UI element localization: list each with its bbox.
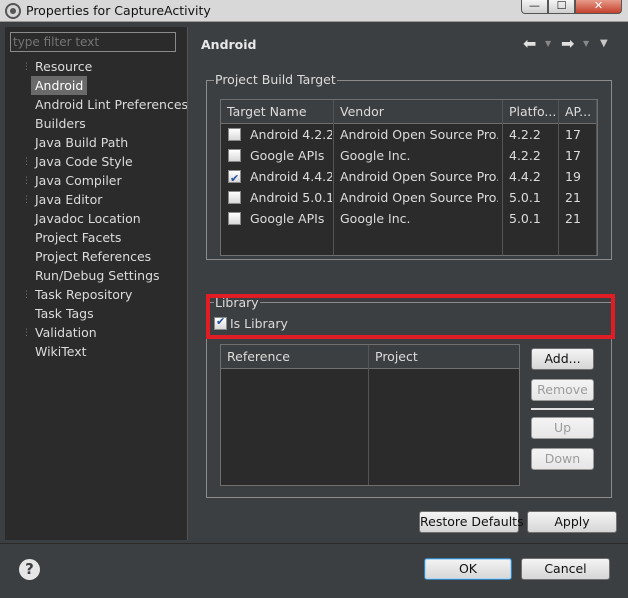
target-name-cell: Google APIs xyxy=(250,211,325,226)
platform-cell: 4.2.2 xyxy=(509,127,541,142)
api-level-cell: 17 xyxy=(565,127,581,142)
close-button[interactable]: ✕ xyxy=(575,0,622,14)
column-header-target-name[interactable]: Target Name xyxy=(221,100,334,124)
column-header-api[interactable]: AP... xyxy=(559,100,597,124)
tree-item-task-tags[interactable]: Task Tags xyxy=(35,304,94,323)
vendor-cell: Google Inc. xyxy=(340,211,411,226)
properties-gear-icon xyxy=(5,3,21,19)
column-header-project[interactable]: Project xyxy=(369,345,519,369)
tree-item-java-editor[interactable]: Java Editor xyxy=(35,190,102,209)
window-title: Properties for CaptureActivity xyxy=(26,3,211,18)
forward-arrow-icon[interactable]: ➡ xyxy=(561,34,574,53)
build-target-row[interactable]: Android 4.2.2 Android Open Source Pro... 4… xyxy=(221,124,597,145)
api-level-cell: 21 xyxy=(565,211,581,226)
view-menu-icon[interactable]: ▼ xyxy=(600,38,608,49)
tree-expander-icon[interactable]: ⋮ xyxy=(22,195,31,205)
minimize-button[interactable]: — xyxy=(521,0,548,14)
tree-item-validation[interactable]: Validation xyxy=(35,323,97,342)
tree-item-project-facets[interactable]: Project Facets xyxy=(35,228,121,247)
tree-item-java-build-path[interactable]: Java Build Path xyxy=(35,133,128,152)
maximize-button[interactable]: ☐ xyxy=(548,0,575,14)
build-target-row[interactable]: Google APIs Google Inc. 4.2.2 17 xyxy=(221,145,597,166)
tree-item-task-repository[interactable]: Task Repository xyxy=(35,285,132,304)
api-level-cell: 19 xyxy=(565,169,581,184)
tree-item-resource[interactable]: Resource xyxy=(35,57,92,76)
button-separator xyxy=(531,408,594,410)
tree-item-wikitext[interactable]: WikiText xyxy=(35,342,87,361)
platform-cell: 5.0.1 xyxy=(509,211,541,226)
library-highlight-annotation xyxy=(206,294,615,339)
help-icon[interactable]: ? xyxy=(19,559,40,580)
target-name-cell: Android 4.4.2 xyxy=(250,169,332,184)
tree-item-android[interactable]: Android xyxy=(31,76,88,95)
build-target-checkbox[interactable] xyxy=(228,149,241,162)
apply-button[interactable]: Apply xyxy=(527,511,617,533)
target-name-cell: Google APIs xyxy=(250,148,325,163)
forward-history-dropdown-icon[interactable]: ▼ xyxy=(583,39,589,48)
build-target-row[interactable]: Android 5.0.1 Android Open Source Pro... 5… xyxy=(221,187,597,208)
tree-item-builders[interactable]: Builders xyxy=(35,114,86,133)
vendor-cell: Android Open Source Pro... xyxy=(340,190,498,205)
build-target-checkbox[interactable] xyxy=(228,212,241,225)
build-target-row[interactable]: Google APIs Google Inc. 5.0.1 21 xyxy=(221,208,597,229)
platform-cell: 5.0.1 xyxy=(509,190,541,205)
library-reference-table[interactable]: Reference Project xyxy=(220,344,520,486)
platform-cell: 4.2.2 xyxy=(509,148,541,163)
cancel-button[interactable]: Cancel xyxy=(521,558,610,580)
window-titlebar: Properties for CaptureActivity — ☐ ✕ xyxy=(0,0,628,22)
tree-item-run-debug-settings[interactable]: Run/Debug Settings xyxy=(35,266,160,285)
tree-item-java-compiler[interactable]: Java Compiler xyxy=(35,171,122,190)
target-name-cell: Android 4.2.2 xyxy=(250,127,332,142)
build-target-checkbox[interactable] xyxy=(228,128,241,141)
tree-expander-icon[interactable]: ⋮ xyxy=(22,290,31,300)
tree-expander-icon[interactable]: ⋮ xyxy=(22,328,31,338)
add-library-button[interactable]: Add... xyxy=(531,348,594,370)
tree-expander-icon[interactable]: ⋮ xyxy=(22,62,31,72)
build-target-row[interactable]: Android 4.4.2 Android Open Source Pro... 4… xyxy=(221,166,597,189)
api-level-cell: 17 xyxy=(565,148,581,163)
build-target-checkbox[interactable] xyxy=(228,191,241,204)
restore-defaults-button[interactable]: Restore Defaults xyxy=(419,511,524,533)
build-target-table: Target Name Vendor Platfo... AP... Andro… xyxy=(220,99,598,256)
tree-item-android-lint-preferences[interactable]: Android Lint Preferences xyxy=(35,95,188,114)
pane-divider[interactable] xyxy=(187,27,188,540)
remove-library-button[interactable]: Remove xyxy=(531,379,594,401)
move-up-button[interactable]: Up xyxy=(531,417,594,439)
tree-item-javadoc-location[interactable]: Javadoc Location xyxy=(35,209,141,228)
column-header-reference[interactable]: Reference xyxy=(221,345,369,369)
move-down-button[interactable]: Down xyxy=(531,448,594,470)
tree-item-project-references[interactable]: Project References xyxy=(35,247,151,266)
tree-item-java-code-style[interactable]: Java Code Style xyxy=(35,152,133,171)
vendor-cell: Android Open Source Pro... xyxy=(340,127,498,142)
back-history-dropdown-icon[interactable]: ▼ xyxy=(545,39,551,48)
build-target-checkbox[interactable] xyxy=(228,168,241,189)
vendor-cell: Google Inc. xyxy=(340,148,411,163)
target-name-cell: Android 5.0.1 xyxy=(250,190,332,205)
build-target-group-label: Project Build Target xyxy=(214,72,337,87)
page-title: Android xyxy=(201,37,257,52)
platform-cell: 4.4.2 xyxy=(509,169,541,184)
column-header-vendor[interactable]: Vendor xyxy=(334,100,503,124)
filter-input[interactable] xyxy=(10,32,176,52)
vendor-cell: Android Open Source Pro... xyxy=(340,169,498,184)
ok-button[interactable]: OK xyxy=(424,558,512,580)
column-header-platform[interactable]: Platfo... xyxy=(503,100,559,124)
tree-expander-icon[interactable]: ⋮ xyxy=(22,176,31,186)
back-arrow-icon[interactable]: ⬅ xyxy=(523,34,536,53)
tree-expander-icon[interactable]: ⋮ xyxy=(22,157,31,167)
api-level-cell: 21 xyxy=(565,190,581,205)
